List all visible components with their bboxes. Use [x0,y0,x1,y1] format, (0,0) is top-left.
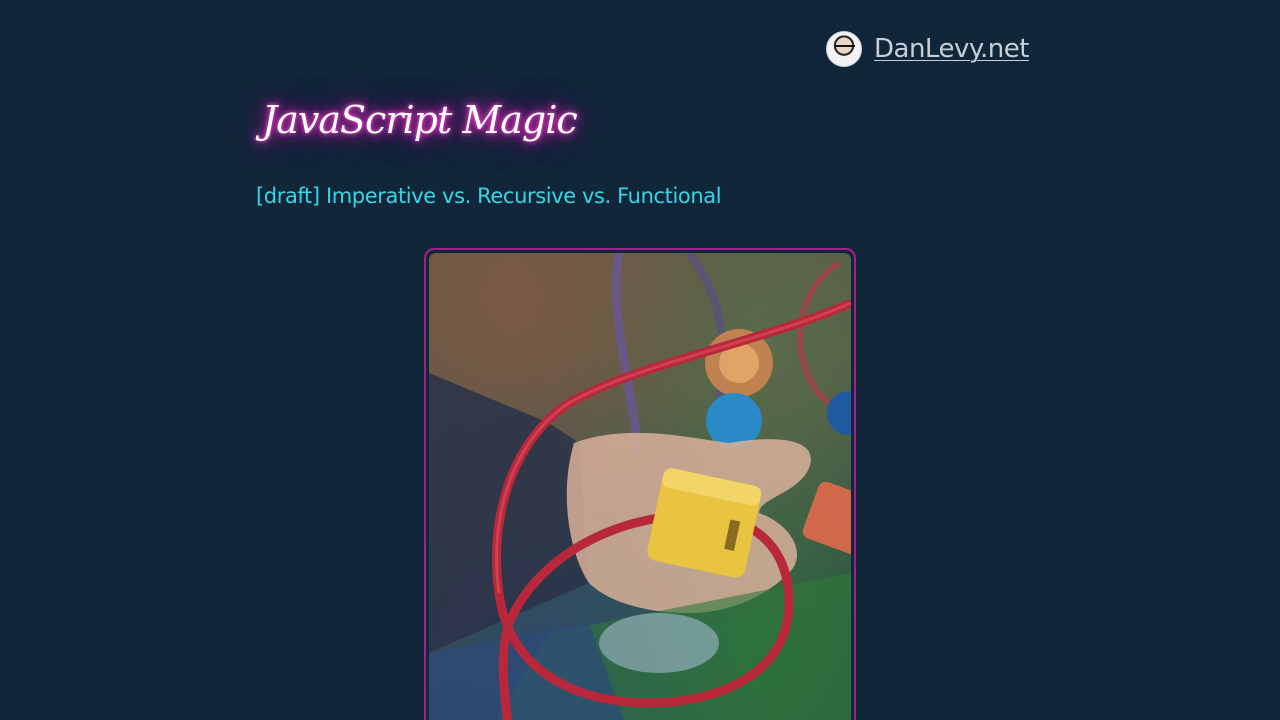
page: DanLevy.net JavaScript Magic [draft] Imp… [0,0,1280,720]
hero-image [429,253,851,720]
avatar-glasses [835,45,855,52]
hero-image-frame [424,248,856,720]
site-home-link[interactable]: DanLevy.net [826,31,1029,67]
site-name[interactable]: DanLevy.net [874,34,1029,64]
blog-title: JavaScript Magic [262,98,578,142]
post-title: [draft] Imperative vs. Recursive vs. Fun… [256,184,722,208]
author-avatar [826,31,862,67]
hero-illustration [429,253,851,720]
